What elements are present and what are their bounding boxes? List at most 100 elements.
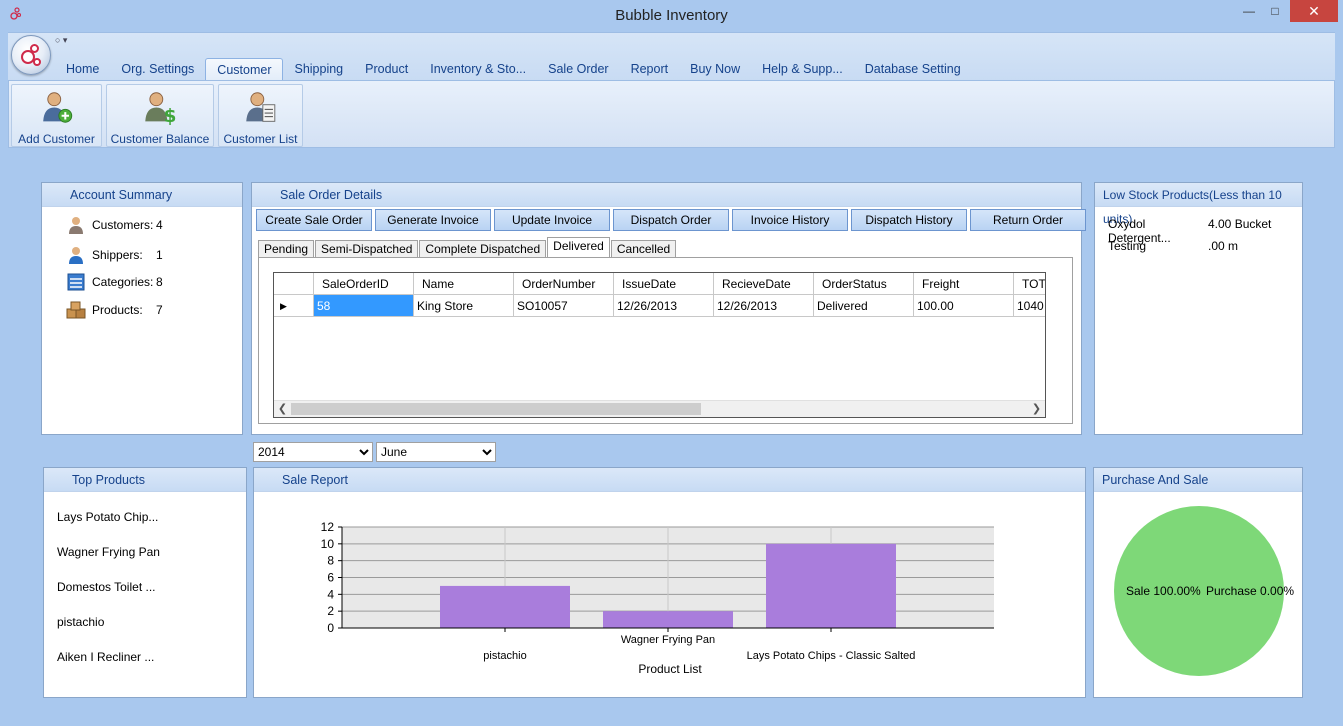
pie-label-purchase: Purchase 0.00% — [1206, 584, 1295, 598]
x-tick-label: Lays Potato Chips - Classic Salted — [747, 650, 916, 662]
add-customer-button[interactable]: Add Customer — [11, 84, 102, 147]
x-tick-label: pistachio — [483, 650, 526, 662]
tab-shipping[interactable]: Shipping — [283, 58, 354, 80]
sale-order-panel: Sale Order Details Create Sale Order Gene… — [251, 182, 1086, 435]
column-header-name[interactable]: Name — [414, 273, 514, 295]
invoice-history-button[interactable]: Invoice History — [732, 209, 848, 231]
tab-org-settings[interactable]: Org. Settings — [110, 58, 205, 80]
purchase-sale-panel: Purchase And Sale Sale 100.00% Purchase … — [1093, 467, 1303, 698]
cell-freight[interactable]: 100.00 — [914, 295, 1014, 317]
sale-order-grid[interactable]: SaleOrderID Name OrderNumber IssueDate Recie… — [273, 272, 1046, 418]
ribbon-panel: Add Customer $ Customer Balance Customer… — [8, 80, 1335, 148]
tab-semi-dispatched[interactable]: Semi-Dispatched — [315, 240, 419, 258]
cell-orderstatus[interactable]: Delivered — [814, 295, 914, 317]
top-products-panel: Top Products Lays Potato Chip... Wagner F… — [43, 467, 247, 698]
row-selector-icon[interactable]: ▶ — [274, 295, 314, 317]
column-header-recievedate[interactable]: RecieveDate — [714, 273, 814, 295]
low-stock-item: Testing .00 m — [1108, 239, 1238, 253]
tab-product[interactable]: Product — [354, 58, 419, 80]
table-row[interactable]: ▶ 58 King Store SO10057 12/26/2013 12/26/2013… — [274, 295, 1045, 317]
dispatch-order-button[interactable]: Dispatch Order — [613, 209, 729, 231]
y-tick-label: 12 — [321, 520, 335, 534]
low-stock-qty: .00 m — [1208, 239, 1239, 253]
maximize-button[interactable]: □ — [1262, 0, 1288, 22]
customer-list-icon — [245, 92, 275, 122]
cell-saleorderid[interactable]: 58 — [314, 295, 414, 317]
title-bar: Bubble Inventory — □ ✕ — [0, 0, 1343, 32]
account-summary-panel: Account Summary Customers: 4 Shippers: 1… — [41, 182, 243, 435]
grid-corner — [274, 273, 314, 295]
x-tick-label: Wagner Frying Pan — [621, 634, 715, 646]
generate-invoice-button[interactable]: Generate Invoice — [375, 209, 491, 231]
column-header-orderstatus[interactable]: OrderStatus — [814, 273, 914, 295]
tab-report[interactable]: Report — [620, 58, 680, 80]
customer-balance-label: Customer Balance — [110, 132, 210, 146]
column-header-freight[interactable]: Freight — [914, 273, 1014, 295]
customer-icon — [69, 217, 83, 234]
top-product-item: pistachio — [57, 615, 105, 629]
close-button[interactable]: ✕ — [1290, 0, 1338, 22]
pie-label-sale: Sale 100.00% — [1126, 584, 1201, 598]
customer-balance-button[interactable]: $ Customer Balance — [106, 84, 214, 147]
dispatch-history-button[interactable]: Dispatch History — [851, 209, 967, 231]
tab-home[interactable]: Home — [55, 58, 110, 80]
quick-access-toolbar[interactable]: ○ ▾ — [55, 35, 67, 46]
cell-issuedate[interactable]: 12/26/2013 — [614, 295, 714, 317]
horizontal-scrollbar[interactable]: ❮ ❯ — [274, 400, 1045, 417]
scrollbar-thumb[interactable] — [291, 403, 701, 415]
window-title: Bubble Inventory — [615, 7, 728, 24]
add-user-icon — [42, 92, 72, 123]
create-sale-order-button[interactable]: Create Sale Order — [256, 209, 372, 231]
y-tick-label: 8 — [327, 554, 334, 568]
cell-ordernumber[interactable]: SO10057 — [514, 295, 614, 317]
cell-recievedate[interactable]: 12/26/2013 — [714, 295, 814, 317]
customer-list-button[interactable]: Customer List — [218, 84, 303, 147]
cell-name[interactable]: King Store — [414, 295, 514, 317]
low-stock-name: Testing — [1108, 239, 1147, 253]
y-tick-label: 0 — [327, 621, 334, 635]
tab-database-setting[interactable]: Database Setting — [854, 58, 972, 80]
tab-pending[interactable]: Pending — [258, 240, 315, 258]
customer-balance-icon: $ — [145, 92, 177, 125]
sale-order-title: Sale Order Details — [252, 183, 1081, 207]
column-header-saleorderid[interactable]: SaleOrderID — [314, 273, 414, 295]
ribbon-tabs: Home Org. Settings Customer Shipping Product… — [55, 58, 972, 80]
y-tick-label: 10 — [321, 537, 335, 551]
minimize-button[interactable]: — — [1236, 0, 1262, 22]
scroll-right-icon[interactable]: ❯ — [1028, 401, 1045, 417]
year-select[interactable]: 2014 — [253, 442, 373, 462]
customer-list-label: Customer List — [223, 132, 298, 146]
tab-customer[interactable]: Customer — [205, 58, 284, 80]
tab-sale-order[interactable]: Sale Order — [537, 58, 619, 80]
x-axis-title: Product List — [638, 662, 702, 676]
column-header-issuedate[interactable]: IssueDate — [614, 273, 714, 295]
sale-order-tabs: Pending Semi-Dispatched Complete Dispatche… — [258, 237, 677, 258]
top-product-item: Domestos Toilet ... — [57, 580, 156, 594]
column-header-ordernumber[interactable]: OrderNumber — [514, 273, 614, 295]
tab-inventory-sto[interactable]: Inventory & Sto... — [419, 58, 537, 80]
month-select[interactable]: June — [376, 442, 496, 462]
top-product-item: Aiken I Recliner ... — [57, 650, 155, 664]
cell-tot[interactable]: 1040 — [1014, 295, 1045, 317]
application-orb-button[interactable] — [11, 35, 51, 75]
shipper-icon — [69, 247, 83, 264]
account-row-customers: Customers: 4 — [66, 215, 163, 235]
tab-cancelled[interactable]: Cancelled — [610, 240, 677, 258]
account-row-products: Products: 7 — [66, 300, 163, 320]
tab-delivered[interactable]: Delivered — [547, 237, 610, 258]
bar-wagner-frying-pan — [603, 611, 733, 628]
products-icon — [66, 301, 86, 319]
update-invoice-button[interactable]: Update Invoice — [494, 209, 610, 231]
top-product-item: Wagner Frying Pan — [57, 545, 160, 559]
sale-report-chart: 0 2 4 6 8 10 12 pistachio Wagner Frying Pan Lays … — [321, 520, 994, 676]
y-tick-label: 2 — [327, 604, 334, 618]
column-header-tot[interactable]: TOT — [1014, 273, 1045, 295]
tab-buy-now[interactable]: Buy Now — [679, 58, 751, 80]
tab-complete-dispatched[interactable]: Complete Dispatched — [419, 240, 547, 258]
add-customer-label: Add Customer — [18, 132, 95, 146]
scroll-left-icon[interactable]: ❮ — [274, 401, 291, 417]
return-order-button[interactable]: Return Order — [970, 209, 1086, 231]
svg-text:$: $ — [164, 106, 177, 125]
tab-help-supp[interactable]: Help & Supp... — [751, 58, 854, 80]
shippers-label: Shippers: — [92, 248, 143, 262]
